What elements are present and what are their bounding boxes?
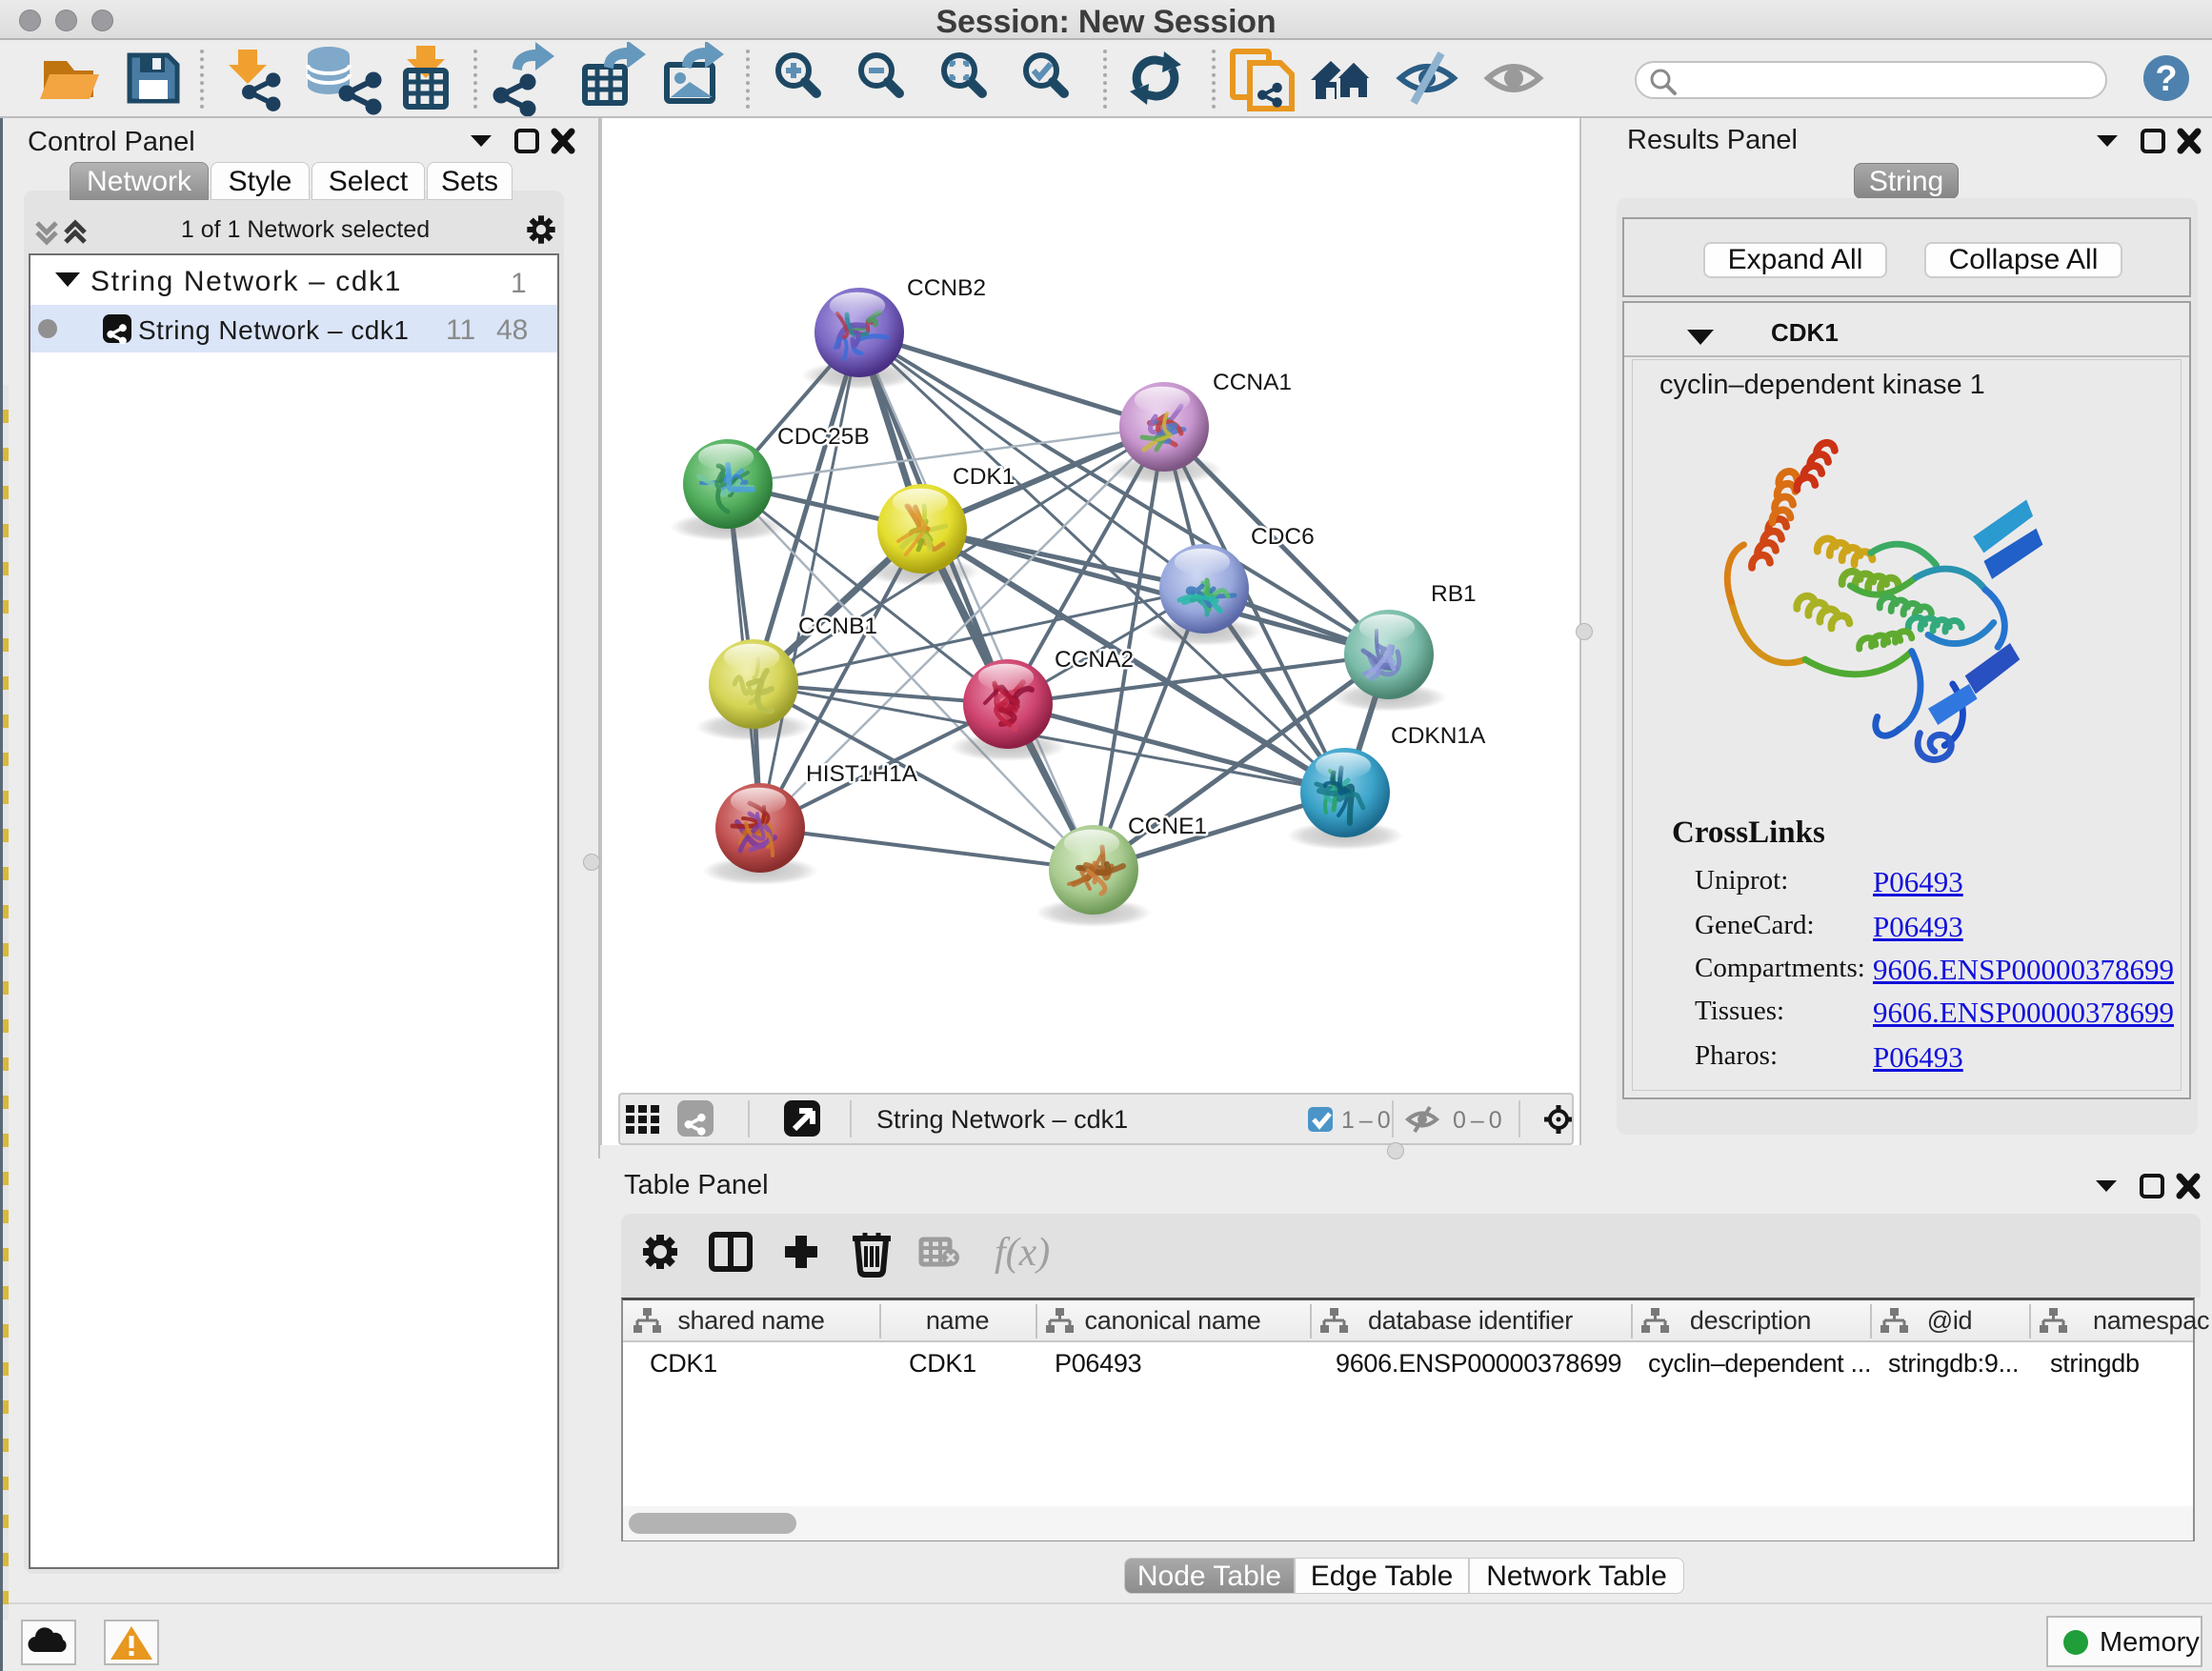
svg-text:String Network – cdk1: String Network – cdk1 bbox=[876, 1105, 1128, 1134]
svg-text:1 – 0: 1 – 0 bbox=[1341, 1107, 1390, 1134]
svg-text:CCNB2: CCNB2 bbox=[907, 275, 986, 301]
svg-text:CDK1: CDK1 bbox=[953, 464, 1015, 490]
svg-text:CCNE1: CCNE1 bbox=[1128, 814, 1207, 839]
svg-text:CCNB1: CCNB1 bbox=[798, 614, 877, 639]
svg-text:CCNA1: CCNA1 bbox=[1213, 370, 1292, 395]
svg-text:CDKN1A: CDKN1A bbox=[1391, 723, 1486, 749]
svg-text:f(x): f(x) bbox=[995, 1231, 1050, 1275]
svg-text:CDC6: CDC6 bbox=[1251, 524, 1315, 550]
svg-text:0 – 0: 0 – 0 bbox=[1453, 1107, 1501, 1134]
svg-text:RB1: RB1 bbox=[1431, 581, 1477, 607]
svg-text:?: ? bbox=[2155, 59, 2177, 99]
svg-text:CCNA2: CCNA2 bbox=[1055, 647, 1134, 673]
svg-text:HIST1H1A: HIST1H1A bbox=[806, 761, 918, 787]
svg-text:CDC25B: CDC25B bbox=[777, 424, 870, 450]
